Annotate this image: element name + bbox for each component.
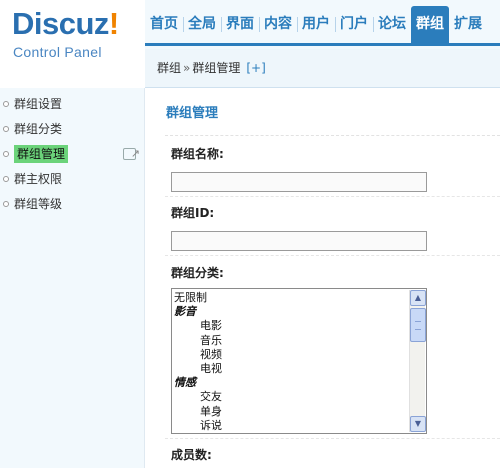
breadcrumb-parent[interactable]: 群组 [157,61,181,75]
tab-portal[interactable]: 门户 [335,6,373,43]
tab-global[interactable]: 全局 [183,6,221,43]
category-option[interactable]: 音乐 [174,334,408,348]
category-option-list: 无限制 影音 电影 音乐 视频 电视 情感 交友 单身 诉说 [174,291,408,433]
divider [165,135,500,136]
breadcrumb: 群组» 群组管理 [+] [145,49,500,88]
category-group-label: 影音 [174,305,196,319]
breadcrumb-current: 群组管理 [192,61,241,75]
sidebar-item-group-management[interactable]: 群组管理 [0,141,144,167]
scroll-up-icon[interactable]: ▲ [410,290,426,306]
category-option[interactable]: 诉说 [174,419,408,433]
group-category-label: 群组分类: [171,266,224,280]
sidebar-menu: 群组设置 群组分类 群组管理 群主权限 群组等级 [0,88,144,217]
sidebar-item-label: 群组分类 [14,122,63,136]
category-option[interactable]: 电视 [174,362,408,376]
sidebar-item-group-settings[interactable]: 群组设置 [0,92,144,117]
sidebar-item-group-categories[interactable]: 群组分类 [0,117,144,142]
external-link-icon[interactable] [123,141,140,166]
group-id-input[interactable] [171,231,427,251]
breadcrumb-separator: » [183,61,191,75]
circle-bullet-icon [3,176,9,182]
group-category-select[interactable]: 无限制 影音 电影 音乐 视频 电视 情感 交友 单身 诉说 ▲ ▼ [171,288,427,434]
group-name-input[interactable] [171,172,427,192]
logo[interactable]: Discuz! Control Panel [0,0,145,88]
top-navigation: 首页 全局 界面 内容 用户 门户 论坛 群组 扩展 [145,6,500,46]
circle-bullet-icon [3,151,9,157]
tab-users[interactable]: 用户 [297,6,335,43]
sidebar-item-label: 群组等级 [14,197,63,211]
page-title: 群组管理 [166,106,219,121]
category-option[interactable]: 无限制 [174,291,408,305]
category-option[interactable]: 交友 [174,390,408,404]
circle-bullet-icon [3,201,9,207]
logo-subtitle: Control Panel [13,44,102,60]
tab-groups[interactable]: 群组 [411,6,449,43]
sidebar-item-label: 群组设置 [14,97,63,111]
group-name-label: 群组名称: [171,147,224,161]
divider [165,255,500,256]
tab-home[interactable]: 首页 [145,6,183,43]
circle-bullet-icon [3,101,9,107]
tab-forum[interactable]: 论坛 [373,6,411,43]
tab-extensions[interactable]: 扩展 [449,6,487,43]
tab-content[interactable]: 内容 [259,6,297,43]
category-option[interactable]: 单身 [174,405,408,419]
category-option[interactable]: 视频 [174,348,408,362]
divider [165,196,500,197]
category-option[interactable]: 电影 [174,319,408,333]
scroll-down-icon[interactable]: ▼ [410,416,426,432]
sidebar-item-label: 群主权限 [14,172,63,186]
sidebar-item-owner-permissions[interactable]: 群主权限 [0,167,144,192]
tab-interface[interactable]: 界面 [221,6,259,43]
sidebar-item-label: 群组管理 [14,145,69,163]
member-count-label: 成员数: [171,448,212,462]
header: Discuz! Control Panel 首页 全局 界面 内容 用户 门户 … [0,0,500,88]
add-shortcut-button[interactable]: [+] [246,61,265,75]
category-group-label: 情感 [174,376,196,390]
sidebar: 群组设置 群组分类 群组管理 群主权限 群组等级 [0,88,145,468]
main-content: 群组管理 群组名称: 群组ID: 群组分类: 无限制 影音 电影 音乐 视频 电… [145,88,500,468]
logo-name: Discuz! [12,6,119,41]
select-scrollbar[interactable]: ▲ ▼ [409,290,426,432]
group-id-label: 群组ID: [171,206,215,220]
scrollbar-thumb[interactable] [410,308,426,342]
sidebar-item-group-levels[interactable]: 群组等级 [0,192,144,217]
divider [165,438,500,439]
circle-bullet-icon [3,126,9,132]
